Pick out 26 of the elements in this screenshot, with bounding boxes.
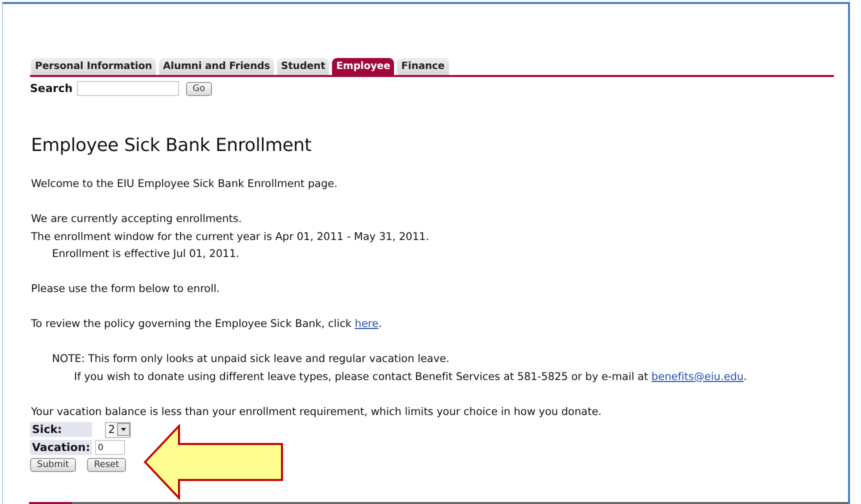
tab[interactable]: Employee: [332, 58, 394, 75]
reset-button[interactable]: Reset: [86, 458, 126, 472]
go-button[interactable]: Go: [186, 82, 212, 96]
field-label: Sick:: [30, 422, 92, 437]
page-heading: Employee Sick Bank Enrollment: [31, 135, 312, 156]
submit-button[interactable]: Submit: [30, 458, 76, 472]
body-text: We are currently accepting enrollments.: [31, 212, 243, 227]
tab[interactable]: Student: [277, 58, 330, 75]
field-label: Vacation:: [30, 440, 92, 454]
body-text: The enrollment window for the current year is Apr 01, 2011 - May 31, 2011.: [31, 230, 430, 244]
search-field[interactable]: [76, 81, 179, 96]
body-text: Please use the form below to enroll.: [31, 282, 221, 297]
text-link[interactable]: here: [354, 318, 378, 330]
body-text: Enrollment is effective Jul 01, 2011.: [51, 247, 240, 262]
vacation-field[interactable]: 0: [95, 440, 126, 454]
tab[interactable]: Personal Information: [31, 58, 156, 75]
sick-dropdown[interactable]: 2: [105, 422, 132, 438]
text-link[interactable]: benefits@eiu.edu: [651, 370, 744, 382]
tab[interactable]: Alumni and Friends: [159, 58, 274, 75]
body-text: If you wish to donate using different leave types, please contact Benefit Services at 581-5825 or by e-mail at benefits@eiu.edu.: [73, 370, 748, 384]
body-text: NOTE: This form only looks at unpaid sick leave and regular vacation leave.: [51, 352, 450, 367]
body-text: To review the policy governing the Employee Sick Bank, click here.: [31, 317, 383, 332]
search-label: Search: [30, 82, 73, 95]
body-text: Your vacation balance is less than your enrollment requirement, which limits your choice in how you donate.: [31, 404, 602, 420]
tab[interactable]: Finance: [397, 58, 449, 75]
body-text: Welcome to the EIU Employee Sick Bank Enrollment page.: [31, 177, 338, 192]
